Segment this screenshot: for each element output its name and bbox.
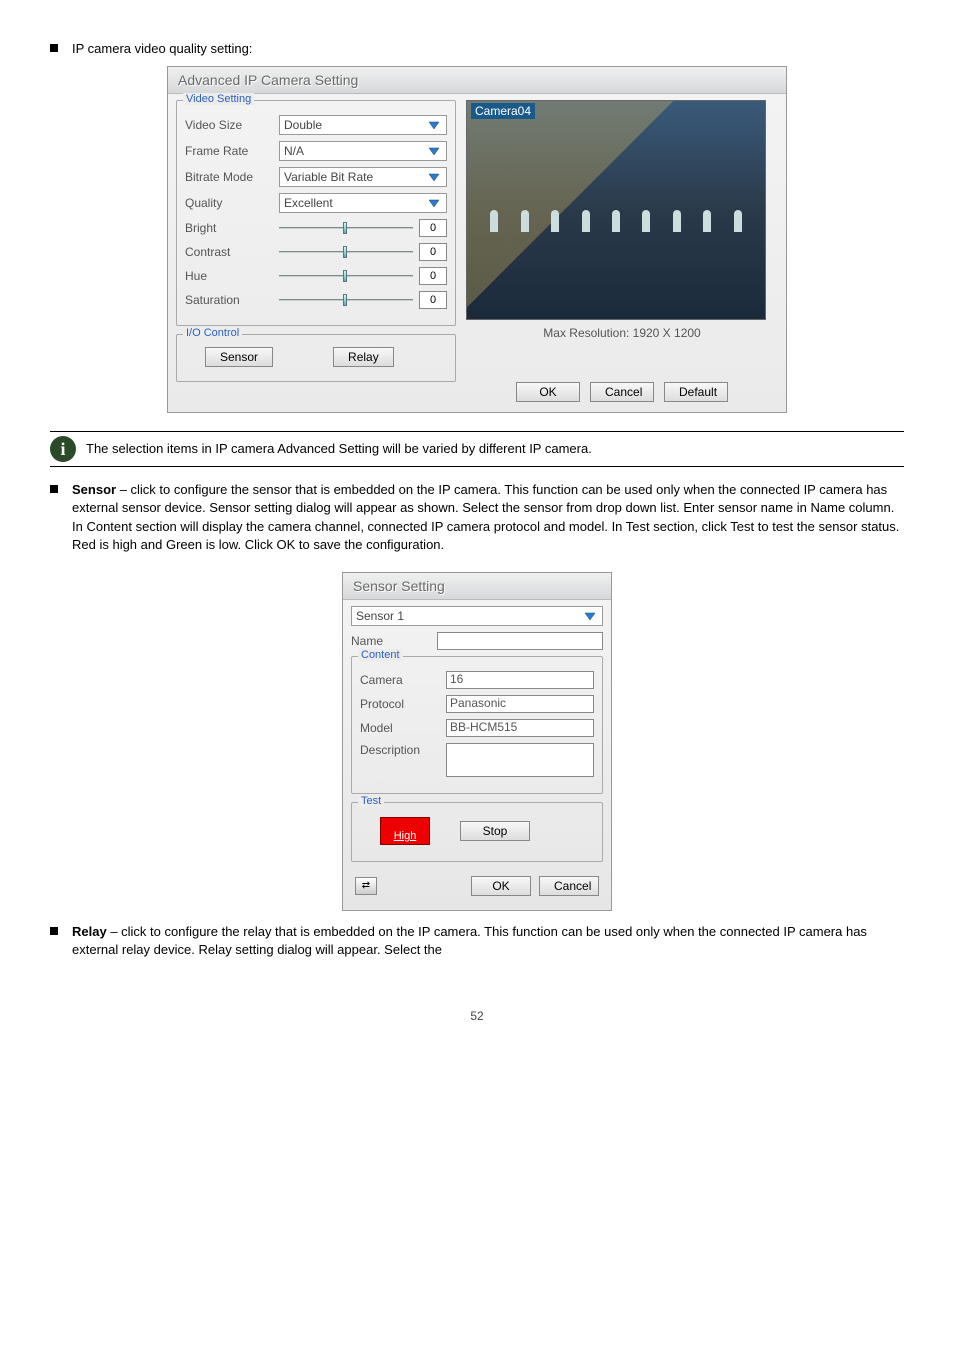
default-button[interactable]: Default [664, 382, 728, 402]
ok-button[interactable]: OK [516, 382, 580, 402]
quality-value: Excellent [284, 196, 426, 210]
name-label: Name [351, 634, 431, 648]
content-fieldset: Content Camera 16 Protocol Panasonic Mod… [351, 656, 603, 794]
bullet-icon [50, 927, 58, 935]
frame-rate-value: N/A [284, 144, 426, 158]
cancel-button[interactable]: Cancel [539, 876, 599, 896]
bullet-item: Sensor – click to configure the sensor t… [50, 481, 904, 554]
info-note: i The selection items in IP camera Advan… [50, 436, 904, 462]
contrast-value: 0 [419, 243, 447, 261]
hue-label: Hue [185, 269, 273, 283]
sensor-setting-dialog: Sensor Setting Sensor 1 Name Content Cam… [342, 572, 612, 911]
frame-rate-label: Frame Rate [185, 144, 273, 158]
bullet-prefix-sensor: Sensor [72, 482, 116, 497]
video-size-value: Double [284, 118, 426, 132]
map-icon[interactable]: ⇄ [355, 877, 377, 895]
divider [50, 431, 904, 432]
chevron-down-icon [582, 609, 598, 623]
test-fieldset: Test High Stop [351, 802, 603, 862]
video-size-select[interactable]: Double [279, 115, 447, 135]
camera-label: Camera [360, 673, 440, 687]
name-input[interactable] [437, 632, 603, 650]
saturation-slider[interactable] [279, 293, 413, 307]
stop-button[interactable]: Stop [460, 821, 530, 841]
sensor-select[interactable]: Sensor 1 [351, 606, 603, 626]
camera-preview: Camera04 [466, 100, 766, 320]
model-field: BB-HCM515 [446, 719, 594, 737]
description-field[interactable] [446, 743, 594, 777]
protocol-label: Protocol [360, 697, 440, 711]
saturation-value: 0 [419, 291, 447, 309]
contrast-label: Contrast [185, 245, 273, 259]
bright-value: 0 [419, 219, 447, 237]
bullet-item: Relay – click to configure the relay tha… [50, 923, 904, 959]
video-setting-legend: Video Setting [183, 93, 254, 105]
advanced-ip-camera-dialog: Advanced IP Camera Setting Video Setting… [167, 66, 787, 413]
bullet-text-relay: Relay – click to configure the relay tha… [72, 923, 904, 959]
bitrate-mode-label: Bitrate Mode [185, 170, 273, 184]
contrast-slider[interactable] [279, 245, 413, 259]
max-resolution-text: Max Resolution: 1920 X 1200 [466, 326, 778, 340]
description-label: Description [360, 743, 440, 757]
chevron-down-icon [426, 170, 442, 184]
info-note-text: The selection items in IP camera Advance… [86, 440, 592, 458]
relay-button[interactable]: Relay [333, 347, 394, 367]
quality-select[interactable]: Excellent [279, 193, 447, 213]
chevron-down-icon [426, 196, 442, 210]
bright-slider[interactable] [279, 221, 413, 235]
bullet-icon [50, 44, 58, 52]
bullet-prefix-relay: Relay [72, 924, 107, 939]
video-setting-fieldset: Video Setting Video Size Double Frame Ra… [176, 100, 456, 326]
info-icon: i [50, 436, 76, 462]
bullet-body-relay: – click to configure the relay that is e… [72, 924, 867, 957]
bright-label: Bright [185, 221, 273, 235]
video-size-label: Video Size [185, 118, 273, 132]
io-control-fieldset: I/O Control Sensor Relay [176, 334, 456, 382]
sensor-select-value: Sensor 1 [356, 609, 582, 623]
content-legend: Content [358, 649, 403, 661]
bullet-text-sensor: Sensor – click to configure the sensor t… [72, 481, 904, 554]
bullet-item: IP camera video quality setting: [50, 40, 904, 58]
chevron-down-icon [426, 144, 442, 158]
test-legend: Test [358, 795, 384, 807]
saturation-label: Saturation [185, 293, 273, 307]
camera-preview-label: Camera04 [471, 103, 535, 119]
sensor-status-indicator: High [380, 817, 430, 845]
bitrate-mode-select[interactable]: Variable Bit Rate [279, 167, 447, 187]
bullet-text-1: IP camera video quality setting: [72, 40, 252, 58]
cancel-button[interactable]: Cancel [590, 382, 654, 402]
ok-button[interactable]: OK [471, 876, 531, 896]
bullet-body-sensor: – click to configure the sensor that is … [72, 482, 899, 552]
dialog-title: Advanced IP Camera Setting [168, 67, 786, 94]
divider [50, 466, 904, 467]
protocol-field: Panasonic [446, 695, 594, 713]
page-number: 52 [50, 1009, 904, 1023]
chevron-down-icon [426, 118, 442, 132]
dialog-title: Sensor Setting [343, 573, 611, 600]
quality-label: Quality [185, 196, 273, 210]
bullet-icon [50, 485, 58, 493]
io-control-legend: I/O Control [183, 327, 242, 339]
model-label: Model [360, 721, 440, 735]
camera-field: 16 [446, 671, 594, 689]
bitrate-mode-value: Variable Bit Rate [284, 170, 426, 184]
sensor-button[interactable]: Sensor [205, 347, 273, 367]
frame-rate-select[interactable]: N/A [279, 141, 447, 161]
hue-slider[interactable] [279, 269, 413, 283]
hue-value: 0 [419, 267, 447, 285]
